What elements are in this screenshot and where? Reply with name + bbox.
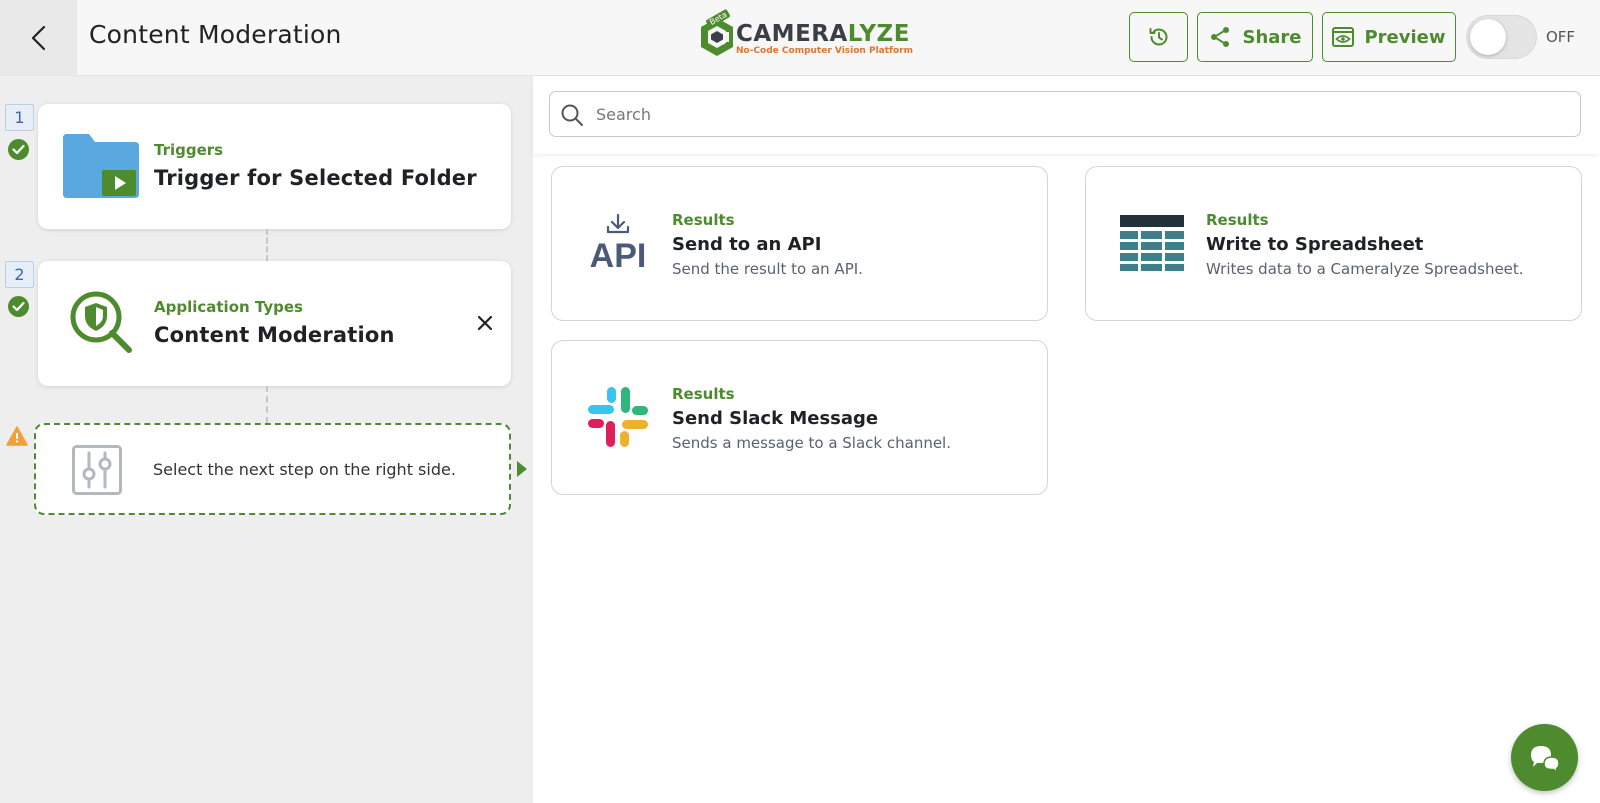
result-card-send-slack-message[interactable]: Results Send Slack Message Sends a messa… [551, 340, 1048, 495]
step-card-application-type[interactable]: Application Types Content Moderation [38, 261, 511, 386]
step-connector [266, 229, 268, 261]
app-logo: Beta CAMERALYZE No-Code Computer Vision … [700, 8, 913, 60]
workflow-steps-panel: 1 Triggers Trigger for Selected Folder 2… [0, 76, 533, 803]
next-step-hint: Select the next step on the right side. [153, 460, 456, 479]
remove-step-button[interactable] [473, 311, 497, 335]
share-button[interactable]: Share [1197, 12, 1313, 62]
activation-toggle[interactable] [1466, 15, 1537, 59]
step-connector [266, 386, 268, 423]
result-category: Results [672, 211, 735, 229]
logo-word-accent: LYZE [847, 21, 910, 47]
search-box [549, 91, 1581, 137]
top-header: Content Moderation Beta CAMERALYZE No-Co… [0, 0, 1600, 76]
share-label: Share [1242, 26, 1302, 48]
search-input[interactable] [596, 92, 1566, 136]
spreadsheet-icon [1120, 211, 1184, 275]
api-icon-text: API [590, 237, 647, 275]
chat-bubbles-icon [1530, 745, 1560, 773]
caret-right-icon [517, 461, 527, 477]
step-number-badge: 2 [5, 261, 34, 288]
step-title: Content Moderation [154, 323, 395, 347]
toggle-knob [1470, 19, 1506, 55]
close-icon [477, 315, 493, 331]
check-circle-icon [8, 296, 29, 317]
step-category: Application Types [154, 298, 303, 316]
step-options-panel: API Results Send to an API Send the resu… [533, 76, 1600, 803]
result-description: Writes data to a Cameralyze Spreadsheet. [1206, 260, 1524, 278]
warning-icon [6, 426, 28, 446]
result-description: Sends a message to a Slack channel. [672, 434, 951, 452]
chevron-left-icon [31, 25, 45, 51]
page-title: Content Moderation [89, 20, 342, 49]
logo-tagline: No-Code Computer Vision Platform [736, 46, 913, 56]
preview-eye-icon [1332, 27, 1355, 47]
next-step-placeholder[interactable]: Select the next step on the right side. [34, 423, 511, 515]
step-title: Trigger for Selected Folder [154, 166, 477, 190]
result-title: Send to an API [672, 234, 822, 255]
result-category: Results [1206, 211, 1269, 229]
shield-search-icon [70, 291, 132, 353]
share-icon [1211, 27, 1230, 47]
sliders-icon [72, 445, 122, 495]
history-icon [1149, 28, 1167, 46]
result-description: Send the result to an API. [672, 260, 863, 278]
step-number-badge: 1 [5, 104, 34, 131]
api-icon: API [586, 211, 650, 275]
result-title: Write to Spreadsheet [1206, 234, 1424, 255]
preview-label: Preview [1364, 26, 1446, 48]
result-card-send-to-api[interactable]: API Results Send to an API Send the resu… [551, 166, 1048, 321]
slack-icon [586, 385, 650, 449]
search-bar [533, 76, 1600, 154]
search-icon [561, 104, 583, 126]
history-button[interactable] [1129, 12, 1188, 62]
step-category: Triggers [154, 141, 224, 159]
result-title: Send Slack Message [672, 408, 879, 429]
result-card-write-to-spreadsheet[interactable]: Results Write to Spreadsheet Writes data… [1085, 166, 1582, 321]
logo-wordmark: CAMERALYZE [736, 21, 910, 47]
folder-play-icon [63, 134, 139, 198]
result-category: Results [672, 385, 735, 403]
preview-button[interactable]: Preview [1322, 12, 1456, 62]
toggle-state-label: OFF [1546, 28, 1576, 46]
back-button[interactable] [0, 0, 77, 76]
step-card-trigger[interactable]: Triggers Trigger for Selected Folder [38, 104, 511, 229]
chat-button[interactable] [1511, 724, 1578, 791]
check-circle-icon [8, 139, 29, 160]
logo-word-main: CAMERA [736, 21, 848, 47]
